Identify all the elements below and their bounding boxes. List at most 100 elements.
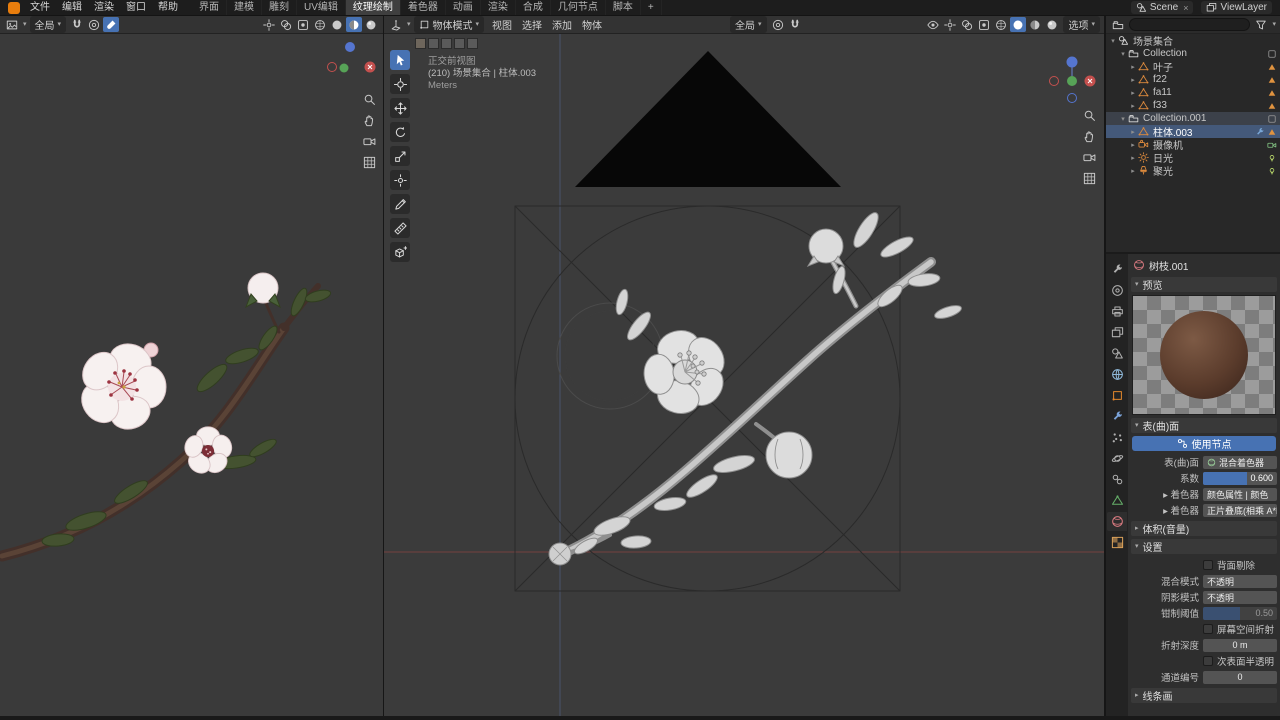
properties-tab-render[interactable] <box>1107 281 1127 300</box>
dropdown[interactable]: 不透明 <box>1203 574 1277 588</box>
checkbox[interactable] <box>1203 624 1213 634</box>
modifier-icon[interactable] <box>1255 127 1265 137</box>
slider[interactable]: 0.600 <box>1203 471 1277 485</box>
expand-icon[interactable]: ▾ <box>1108 37 1118 45</box>
outliner-row[interactable]: ▸ f22 <box>1106 73 1280 86</box>
number-field[interactable]: 0 m <box>1203 638 1277 652</box>
reference-artwork[interactable] <box>0 34 383 716</box>
camera-icon[interactable] <box>362 134 377 149</box>
viewport-canvas[interactable] <box>384 34 1104 716</box>
grid-icon[interactable] <box>362 155 377 170</box>
outliner-search-input[interactable] <box>1129 18 1251 31</box>
properties-tab-tool[interactable] <box>1107 260 1127 279</box>
workspace-tab[interactable]: 建模 <box>227 0 262 15</box>
expand-icon[interactable]: ▾ <box>1118 115 1128 123</box>
workspace-tab[interactable]: 界面 <box>192 0 227 15</box>
properties-tab-data[interactable] <box>1107 491 1127 510</box>
xray-icon[interactable] <box>976 17 992 32</box>
zoom-icon[interactable] <box>362 92 377 107</box>
expand-icon[interactable]: ▸ <box>1128 89 1138 97</box>
section-surface[interactable]: 表(曲)面 <box>1131 418 1277 433</box>
workspace-tab[interactable]: 合成 <box>516 0 551 15</box>
proportional-icon[interactable] <box>86 17 102 32</box>
workspace-tab[interactable]: 脚本 <box>606 0 641 15</box>
workspace-tab[interactable]: 渲染 <box>481 0 516 15</box>
checkbox[interactable] <box>1203 656 1213 666</box>
orientation-dropdown[interactable]: 全局 ▾ <box>29 16 67 33</box>
properties-tab-constraints[interactable] <box>1107 470 1127 489</box>
topbar-menu-item[interactable]: 编辑 <box>56 0 88 15</box>
tweak-tool-button[interactable] <box>390 50 410 70</box>
workspace-tab[interactable]: 雕刻 <box>262 0 297 15</box>
expand-icon[interactable]: ▸ <box>1128 63 1138 71</box>
mesh-data-icon[interactable] <box>1267 101 1277 111</box>
outliner-row[interactable]: ▸ 聚光 <box>1106 164 1280 178</box>
mesh-data-icon[interactable] <box>1267 62 1277 72</box>
properties-tab-particles[interactable] <box>1107 428 1127 447</box>
dropdown[interactable]: 正片叠底(相乘 A*B <box>1203 503 1277 517</box>
expand-icon[interactable]: ▸ <box>1128 141 1138 149</box>
texture-slot[interactable] <box>441 38 452 49</box>
workspace-tab[interactable]: UV编辑 <box>297 0 346 15</box>
snap-magnet-icon[interactable] <box>787 17 803 32</box>
outliner-row[interactable]: ▾ 场景集合 <box>1106 34 1280 48</box>
section-lineart[interactable]: 线条画 <box>1131 688 1277 703</box>
filter-icon[interactable] <box>1253 17 1269 32</box>
outliner-row[interactable]: ▸ f33 <box>1106 99 1280 112</box>
shading-wireframe-icon[interactable] <box>312 17 328 32</box>
workspace-tab[interactable]: 几何节点 <box>551 0 606 15</box>
shading-rendered-icon[interactable] <box>1044 17 1060 32</box>
properties-tab-object[interactable] <box>1107 386 1127 405</box>
measure-tool-button[interactable] <box>390 218 410 238</box>
overlays-icon[interactable] <box>959 17 975 32</box>
viewport-menu-item[interactable]: 视图 <box>487 17 517 32</box>
viewport-menu-item[interactable]: 添加 <box>547 17 577 32</box>
transform-tool-button[interactable] <box>390 170 410 190</box>
pan-icon[interactable] <box>1082 129 1097 144</box>
cursor-tool-button[interactable] <box>390 74 410 94</box>
properties-tab-texture[interactable] <box>1107 533 1127 552</box>
topbar-menu-item[interactable]: 窗口 <box>120 0 152 15</box>
viewport-menu-item[interactable]: 物体 <box>577 17 607 32</box>
editor-type-icon[interactable] <box>4 17 20 32</box>
mode-dropdown[interactable]: 物体模式 ▾ <box>413 16 485 33</box>
number-field[interactable]: 0 <box>1203 670 1277 684</box>
viewlayer-selector[interactable]: ViewLayer <box>1201 1 1272 14</box>
3d-viewport[interactable]: 正交前视图 (210) 场景集合 | 柱体.003 Meters <box>384 34 1104 716</box>
workspace-tab[interactable]: 纹理绘制 <box>345 0 401 15</box>
textured-viewport[interactable] <box>0 34 383 716</box>
pan-icon[interactable] <box>362 113 377 128</box>
expand-icon[interactable]: ▸ <box>1128 167 1138 175</box>
camera-icon[interactable] <box>1082 150 1097 165</box>
expand-icon[interactable]: ▾ <box>1118 50 1128 58</box>
checkbox-icon[interactable] <box>1267 114 1277 124</box>
properties-tab-modifiers[interactable] <box>1107 407 1127 426</box>
scene-selector[interactable]: Scene × <box>1130 1 1194 14</box>
texture-slot[interactable] <box>454 38 465 49</box>
grid-icon[interactable] <box>1082 171 1097 186</box>
expand-icon[interactable]: ▸ <box>1128 128 1138 136</box>
shading-solid-icon[interactable] <box>329 17 345 32</box>
texture-slot[interactable] <box>415 38 426 49</box>
add-cube-tool-button[interactable] <box>390 242 410 262</box>
outliner-row[interactable]: ▸ fa11 <box>1106 86 1280 99</box>
options-dropdown[interactable]: 选项 ▾ <box>1063 16 1100 33</box>
workspace-tab[interactable]: 动画 <box>446 0 481 15</box>
editor-type-icon[interactable] <box>388 17 404 32</box>
outliner-editor-icon[interactable] <box>1110 17 1126 32</box>
orientation-dropdown[interactable]: 全局 ▾ <box>730 16 767 33</box>
checkbox-icon[interactable] <box>1267 49 1277 59</box>
camera-data-icon[interactable] <box>1267 140 1277 150</box>
eye-icon[interactable] <box>925 17 941 32</box>
checkbox[interactable] <box>1203 560 1213 570</box>
shading-wireframe-icon[interactable] <box>993 17 1009 32</box>
brush-icon[interactable] <box>103 17 120 32</box>
dropdown[interactable]: 混合着色器 <box>1203 455 1277 469</box>
expand-icon[interactable]: ▸ <box>1128 76 1138 84</box>
scale-tool-button[interactable] <box>390 146 410 166</box>
snap-magnet-icon[interactable] <box>69 17 85 32</box>
topbar-menu-item[interactable]: 帮助 <box>152 0 184 15</box>
dropdown[interactable]: 不透明 <box>1203 590 1277 604</box>
mesh-data-icon[interactable] <box>1267 88 1277 98</box>
light-data-icon[interactable] <box>1267 166 1277 176</box>
